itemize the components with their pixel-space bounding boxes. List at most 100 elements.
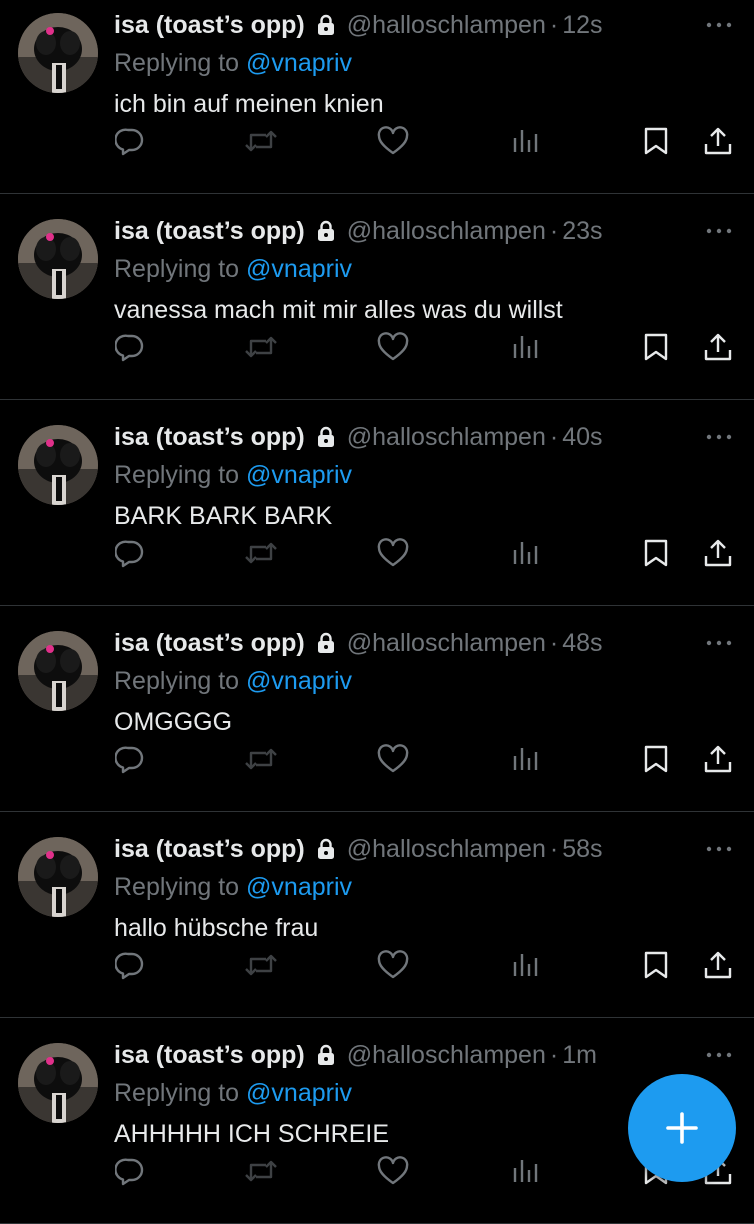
more-icon[interactable] bbox=[704, 636, 734, 650]
tweet-content: isa (toast’s opp) @halloschlampen · 58s bbox=[114, 830, 734, 948]
share-button[interactable] bbox=[700, 329, 736, 365]
views-button[interactable] bbox=[507, 1153, 543, 1189]
like-button[interactable] bbox=[375, 123, 411, 159]
handle[interactable]: @halloschlampen bbox=[347, 629, 546, 658]
views-button[interactable] bbox=[507, 947, 543, 983]
tweet-text: hallo hübsche frau bbox=[114, 914, 319, 942]
avatar[interactable] bbox=[18, 837, 98, 917]
compose-button[interactable] bbox=[628, 1074, 736, 1182]
bookmark-button[interactable] bbox=[638, 947, 674, 983]
tweet-text: BARK BARK BARK bbox=[114, 502, 333, 530]
replying-to: Replying to @vnapriv bbox=[114, 456, 734, 494]
bookmark-icon bbox=[644, 333, 668, 361]
avatar[interactable] bbox=[18, 13, 98, 93]
timestamp[interactable]: 48s bbox=[562, 629, 602, 658]
avatar[interactable] bbox=[18, 425, 98, 505]
bookmark-button[interactable] bbox=[638, 329, 674, 365]
reply-button[interactable] bbox=[112, 329, 148, 365]
tweet[interactable]: isa (toast’s opp) @halloschlampen · 58s bbox=[0, 812, 754, 1018]
more-icon[interactable] bbox=[704, 842, 734, 856]
replying-to-mention[interactable]: @vnapriv bbox=[246, 667, 352, 695]
retweet-button[interactable] bbox=[243, 741, 279, 777]
retweet-icon bbox=[245, 336, 277, 358]
like-button[interactable] bbox=[375, 1153, 411, 1189]
tweet[interactable]: isa (toast’s opp) @halloschlampen · 12s bbox=[0, 0, 754, 194]
views-icon bbox=[513, 748, 538, 770]
reply-icon bbox=[115, 128, 144, 156]
reply-button[interactable] bbox=[112, 1153, 148, 1189]
display-name[interactable]: isa (toast’s opp) bbox=[114, 217, 305, 246]
lock-icon bbox=[317, 426, 335, 448]
separator-dot: · bbox=[549, 10, 559, 39]
views-button[interactable] bbox=[507, 741, 543, 777]
reply-button[interactable] bbox=[112, 741, 148, 777]
like-button[interactable] bbox=[375, 947, 411, 983]
like-button[interactable] bbox=[375, 535, 411, 571]
heart-icon bbox=[377, 538, 409, 567]
separator-dot: · bbox=[549, 834, 559, 863]
share-button[interactable] bbox=[700, 535, 736, 571]
reply-button[interactable] bbox=[112, 535, 148, 571]
timestamp[interactable]: 23s bbox=[562, 217, 602, 246]
bookmark-button[interactable] bbox=[638, 535, 674, 571]
separator-dot: · bbox=[549, 216, 559, 245]
tweet[interactable]: isa (toast’s opp) @halloschlampen · 48s bbox=[0, 606, 754, 812]
display-name[interactable]: isa (toast’s opp) bbox=[114, 11, 305, 40]
like-button[interactable] bbox=[375, 329, 411, 365]
handle[interactable]: @halloschlampen bbox=[347, 217, 546, 246]
views-button[interactable] bbox=[507, 535, 543, 571]
share-icon bbox=[704, 539, 732, 567]
views-icon bbox=[513, 954, 538, 976]
bookmark-button[interactable] bbox=[638, 123, 674, 159]
share-button[interactable] bbox=[700, 947, 736, 983]
tweet[interactable]: isa (toast’s opp) @halloschlampen · 40s bbox=[0, 400, 754, 606]
more-icon[interactable] bbox=[704, 224, 734, 238]
display-name[interactable]: isa (toast’s opp) bbox=[114, 423, 305, 452]
handle[interactable]: @halloschlampen bbox=[347, 423, 546, 452]
tweet-header: isa (toast’s opp) @halloschlampen · 12s bbox=[114, 6, 734, 44]
more-icon[interactable] bbox=[704, 1048, 734, 1062]
retweet-button[interactable] bbox=[243, 947, 279, 983]
retweet-icon bbox=[245, 542, 277, 564]
more-icon[interactable] bbox=[704, 430, 734, 444]
tweet-content: isa (toast’s opp) @halloschlampen · 23s bbox=[114, 212, 734, 330]
handle[interactable]: @halloschlampen bbox=[347, 11, 546, 40]
like-button[interactable] bbox=[375, 741, 411, 777]
avatar-image bbox=[18, 425, 98, 505]
timestamp[interactable]: 40s bbox=[562, 423, 602, 452]
share-button[interactable] bbox=[700, 741, 736, 777]
replying-to-mention[interactable]: @vnapriv bbox=[246, 1079, 352, 1107]
handle[interactable]: @halloschlampen bbox=[347, 835, 546, 864]
replying-to-mention[interactable]: @vnapriv bbox=[246, 873, 352, 901]
replying-to-mention[interactable]: @vnapriv bbox=[246, 461, 352, 489]
tweet[interactable]: isa (toast’s opp) @halloschlampen · 23s bbox=[0, 194, 754, 400]
display-name[interactable]: isa (toast’s opp) bbox=[114, 835, 305, 864]
display-name[interactable]: isa (toast’s opp) bbox=[114, 629, 305, 658]
replying-to-mention[interactable]: @vnapriv bbox=[246, 255, 352, 283]
reply-button[interactable] bbox=[112, 947, 148, 983]
timestamp[interactable]: 12s bbox=[562, 11, 602, 40]
timestamp[interactable]: 58s bbox=[562, 835, 602, 864]
handle[interactable]: @halloschlampen bbox=[347, 1041, 546, 1070]
lock-icon bbox=[317, 14, 335, 36]
reply-button[interactable] bbox=[112, 123, 148, 159]
retweet-button[interactable] bbox=[243, 329, 279, 365]
avatar[interactable] bbox=[18, 1043, 98, 1123]
retweet-button[interactable] bbox=[243, 1153, 279, 1189]
share-button[interactable] bbox=[700, 123, 736, 159]
bookmark-button[interactable] bbox=[638, 741, 674, 777]
timestamp[interactable]: 1m bbox=[562, 1041, 597, 1070]
share-icon bbox=[704, 745, 732, 773]
retweet-button[interactable] bbox=[243, 123, 279, 159]
display-name[interactable]: isa (toast’s opp) bbox=[114, 1041, 305, 1070]
views-button[interactable] bbox=[507, 329, 543, 365]
tweet-content: isa (toast’s opp) @halloschlampen · 12s bbox=[114, 6, 734, 124]
retweet-button[interactable] bbox=[243, 535, 279, 571]
more-icon[interactable] bbox=[704, 18, 734, 32]
tweet-actions bbox=[0, 535, 754, 575]
avatar[interactable] bbox=[18, 219, 98, 299]
tweet-content: isa (toast’s opp) @halloschlampen · 40s bbox=[114, 418, 734, 536]
avatar[interactable] bbox=[18, 631, 98, 711]
views-button[interactable] bbox=[507, 123, 543, 159]
replying-to-mention[interactable]: @vnapriv bbox=[246, 49, 352, 77]
